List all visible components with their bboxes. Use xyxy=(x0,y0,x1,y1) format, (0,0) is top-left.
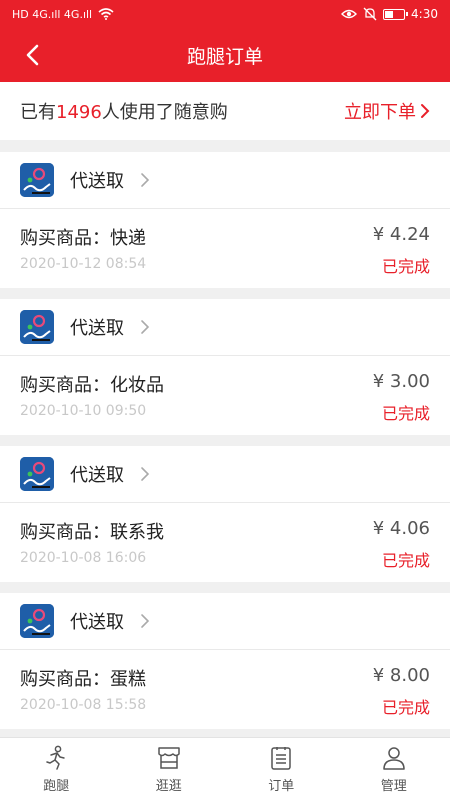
order-time: 2020-10-10 09:50 xyxy=(20,403,147,419)
chevron-right-icon xyxy=(140,613,150,629)
chevron-right-icon xyxy=(140,319,150,335)
order-goods: 购买商品：联系我 xyxy=(20,522,164,543)
shop-name: 代送取 xyxy=(70,612,124,633)
order-shop-row[interactable]: 代送取 xyxy=(0,152,450,209)
status-bar-right: 4:30 xyxy=(341,7,438,21)
back-button[interactable] xyxy=(14,38,50,72)
tab-label: 管理 xyxy=(380,778,407,794)
wifi-icon xyxy=(98,8,114,20)
notice-prefix: 已有 xyxy=(20,102,56,123)
order-shop-row[interactable]: 代送取 xyxy=(0,593,450,650)
runner-icon xyxy=(46,745,65,770)
order-shop-row[interactable]: 代送取 xyxy=(0,299,450,356)
chevron-right-icon xyxy=(140,172,150,188)
shop-logo-icon xyxy=(20,310,54,344)
shop-logo-icon xyxy=(20,457,54,491)
order-time: 2020-10-08 15:58 xyxy=(20,697,147,713)
bottom-tab-bar: 跑腿 逛逛 订单 管理 xyxy=(0,737,450,800)
order-goods: 购买商品：快递 xyxy=(20,228,146,249)
shop-icon xyxy=(158,746,180,769)
status-bar-left: HD 4G.ıll 4G.ıll xyxy=(12,8,114,21)
usage-notice-text: 已有1496人使用了随意购 xyxy=(20,98,228,124)
order-time: 2020-10-08 16:06 xyxy=(20,550,147,566)
user-icon xyxy=(383,746,405,770)
order-card[interactable]: 代送取 购买商品：快递 2020-10-12 08:54 ¥ 4.24 已完成 xyxy=(0,152,450,288)
tab-browse[interactable]: 逛逛 xyxy=(113,738,226,800)
page-title: 跑腿订单 xyxy=(186,45,263,68)
order-card[interactable]: 代送取 购买商品：联系我 2020-10-08 16:06 ¥ 4.06 已完成 xyxy=(0,446,450,582)
eye-icon xyxy=(341,9,358,19)
tab-label: 跑腿 xyxy=(43,778,70,794)
usage-notice: 已有1496人使用了随意购 立即下单 xyxy=(0,82,450,140)
shop-name: 代送取 xyxy=(70,465,124,486)
tab-label: 逛逛 xyxy=(155,778,182,794)
mute-bell-icon xyxy=(363,7,377,21)
order-card[interactable]: 代送取 购买商品：蛋糕 2020-10-08 15:58 ¥ 8.00 已完成 xyxy=(0,593,450,729)
order-detail: 购买商品：快递 2020-10-12 08:54 ¥ 4.24 已完成 xyxy=(0,209,450,287)
order-status: 已完成 xyxy=(381,257,430,276)
app-bar: 跑腿订单 xyxy=(0,28,450,82)
tab-manage[interactable]: 管理 xyxy=(338,738,450,800)
battery-icon xyxy=(383,8,409,20)
order-status: 已完成 xyxy=(381,698,430,717)
order-goods: 购买商品：化妆品 xyxy=(20,375,164,396)
shop-name: 代送取 xyxy=(70,318,124,339)
signal-icon: HD 4G.ıll 4G.ıll xyxy=(12,7,93,21)
order-now-label: 立即下单 xyxy=(344,102,416,123)
order-status: 已完成 xyxy=(381,551,430,570)
tab-errand[interactable]: 跑腿 xyxy=(0,738,113,800)
order-list-icon xyxy=(271,746,291,770)
chevron-right-icon xyxy=(140,466,150,482)
order-detail: 购买商品：化妆品 2020-10-10 09:50 ¥ 3.00 已完成 xyxy=(0,356,450,434)
order-card[interactable]: 代送取 购买商品：化妆品 2020-10-10 09:50 ¥ 3.00 已完成 xyxy=(0,299,450,435)
order-time: 2020-10-12 08:54 xyxy=(20,256,147,272)
order-price: ¥ 8.00 xyxy=(372,665,430,686)
notice-suffix: 人使用了随意购 xyxy=(101,102,228,123)
shop-name: 代送取 xyxy=(70,171,124,192)
chevron-left-icon xyxy=(26,44,39,66)
shop-logo-icon xyxy=(20,163,54,197)
shop-logo-icon xyxy=(20,604,54,638)
tab-label: 订单 xyxy=(268,778,295,794)
chevron-right-icon xyxy=(421,104,430,118)
order-detail: 购买商品：蛋糕 2020-10-08 15:58 ¥ 8.00 已完成 xyxy=(0,650,450,728)
tab-orders[interactable]: 订单 xyxy=(225,738,338,800)
order-now-link[interactable]: 立即下单 xyxy=(344,98,430,124)
order-list: 代送取 购买商品：快递 2020-10-12 08:54 ¥ 4.24 已完成 xyxy=(0,152,450,740)
order-price: ¥ 4.06 xyxy=(372,518,430,539)
order-shop-row[interactable]: 代送取 xyxy=(0,446,450,503)
status-time: 4:30 xyxy=(411,7,438,21)
order-goods: 购买商品：蛋糕 xyxy=(20,669,146,690)
order-price: ¥ 4.24 xyxy=(372,224,430,245)
order-price: ¥ 3.00 xyxy=(372,371,430,392)
user-count: 1496 xyxy=(56,102,102,123)
order-status: 已完成 xyxy=(381,404,430,423)
status-bar: HD 4G.ıll 4G.ıll 4:30 xyxy=(0,0,450,28)
order-detail: 购买商品：联系我 2020-10-08 16:06 ¥ 4.06 已完成 xyxy=(0,503,450,581)
